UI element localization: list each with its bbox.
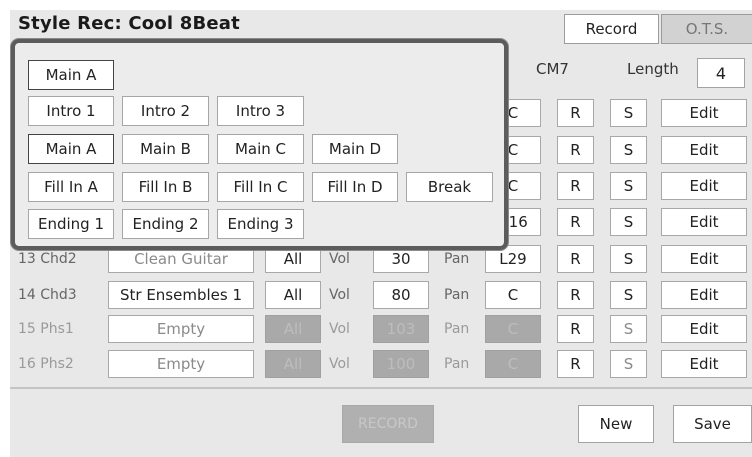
vol-label: Vol — [329, 356, 350, 372]
tab-record[interactable]: Record — [564, 14, 659, 44]
section-select-popup: Main A Intro 1 Intro 2 Intro 3 Main A Ma… — [11, 39, 508, 250]
section-main-c[interactable]: Main C — [217, 134, 304, 164]
chord-label: CM7 — [536, 60, 569, 78]
part-label: 15 Phs1 — [18, 321, 74, 337]
volume-value[interactable]: 80 — [373, 281, 429, 309]
section-intro-1[interactable]: Intro 1 — [28, 96, 114, 126]
edit-button[interactable]: Edit — [661, 172, 747, 200]
save-button[interactable]: Save — [673, 405, 752, 443]
section-fill-d[interactable]: Fill In D — [312, 172, 398, 202]
solo-toggle[interactable]: S — [610, 315, 647, 343]
record-toggle[interactable]: R — [557, 315, 594, 343]
pan-value[interactable]: C — [485, 281, 541, 309]
edit-button[interactable]: Edit — [661, 99, 747, 127]
record-button: RECORD — [342, 405, 434, 443]
record-toggle[interactable]: R — [557, 136, 594, 164]
section-ending-1[interactable]: Ending 1 — [28, 209, 114, 239]
edit-button[interactable]: Edit — [661, 208, 747, 236]
solo-toggle[interactable]: S — [610, 350, 647, 378]
solo-toggle[interactable]: S — [610, 281, 647, 309]
record-toggle[interactable]: R — [557, 350, 594, 378]
section-main-b[interactable]: Main B — [122, 134, 209, 164]
pan-value: C — [485, 350, 541, 378]
section-main-a[interactable]: Main A — [28, 134, 114, 164]
section-intro-3[interactable]: Intro 3 — [217, 96, 304, 126]
solo-toggle[interactable]: S — [610, 208, 647, 236]
solo-toggle[interactable]: S — [610, 245, 647, 273]
section-fill-a[interactable]: Fill In A — [28, 172, 114, 202]
page-title: Style Rec: Cool 8Beat — [18, 13, 240, 34]
section-fill-c[interactable]: Fill In C — [217, 172, 304, 202]
solo-toggle[interactable]: S — [610, 99, 647, 127]
section-fill-b[interactable]: Fill In B — [122, 172, 209, 202]
section-break[interactable]: Break — [406, 172, 493, 202]
pan-label: Pan — [444, 287, 470, 303]
solo-toggle[interactable]: S — [610, 136, 647, 164]
screen: Style Rec: Cool 8Beat Record O.T.S. CM7 … — [0, 0, 752, 457]
all-button[interactable]: All — [265, 281, 321, 309]
solo-toggle[interactable]: S — [610, 172, 647, 200]
vol-label: Vol — [329, 287, 350, 303]
section-ending-2[interactable]: Ending 2 — [122, 209, 209, 239]
record-toggle[interactable]: R — [557, 281, 594, 309]
track-row: 16 Phs2 Empty All Vol 100 Pan C R S Edit — [0, 347, 752, 381]
vol-label: Vol — [329, 321, 350, 337]
edit-button[interactable]: Edit — [661, 315, 747, 343]
record-toggle[interactable]: R — [557, 208, 594, 236]
record-toggle[interactable]: R — [557, 172, 594, 200]
section-main-d[interactable]: Main D — [312, 134, 398, 164]
all-button: All — [265, 315, 321, 343]
volume-value: 103 — [373, 315, 429, 343]
pan-value: C — [485, 315, 541, 343]
voice-select[interactable]: Str Ensembles 1 — [108, 281, 254, 309]
track-row: 15 Phs1 Empty All Vol 103 Pan C R S Edit — [0, 312, 752, 346]
pan-label: Pan — [444, 356, 470, 372]
new-button[interactable]: New — [578, 405, 654, 443]
voice-select[interactable]: Empty — [108, 350, 254, 378]
edit-button[interactable]: Edit — [661, 281, 747, 309]
length-value[interactable]: 4 — [697, 58, 745, 88]
current-section-button[interactable]: Main A — [28, 60, 114, 90]
section-intro-2[interactable]: Intro 2 — [122, 96, 209, 126]
volume-value: 100 — [373, 350, 429, 378]
tab-ots[interactable]: O.T.S. — [661, 14, 752, 44]
record-toggle[interactable]: R — [557, 99, 594, 127]
section-ending-3[interactable]: Ending 3 — [217, 209, 304, 239]
part-label: 14 Chd3 — [18, 287, 77, 303]
footer-divider — [10, 387, 752, 389]
vol-label: Vol — [329, 251, 350, 267]
edit-button[interactable]: Edit — [661, 350, 747, 378]
record-toggle[interactable]: R — [557, 245, 594, 273]
track-row: 14 Chd3 Str Ensembles 1 All Vol 80 Pan C… — [0, 278, 752, 312]
part-label: 13 Chd2 — [18, 251, 77, 267]
pan-label: Pan — [444, 251, 470, 267]
voice-select[interactable]: Empty — [108, 315, 254, 343]
all-button: All — [265, 350, 321, 378]
pan-label: Pan — [444, 321, 470, 337]
length-label: Length — [627, 60, 679, 78]
edit-button[interactable]: Edit — [661, 136, 747, 164]
part-label: 16 Phs2 — [18, 356, 74, 372]
edit-button[interactable]: Edit — [661, 245, 747, 273]
